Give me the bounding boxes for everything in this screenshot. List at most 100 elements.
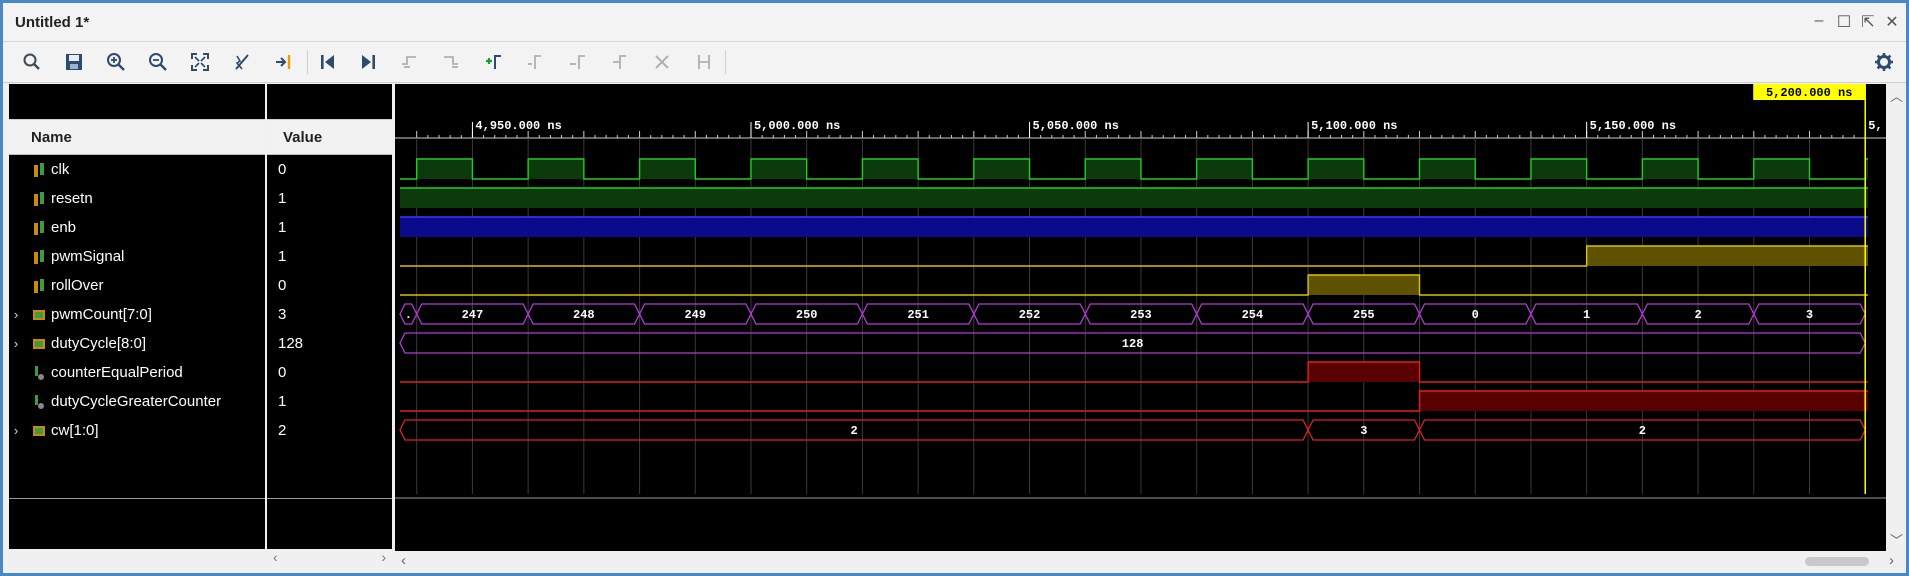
signal-name: counterEqualPeriod bbox=[51, 364, 183, 381]
signal-name: pwmSignal bbox=[51, 248, 125, 265]
go-to-cursor-button[interactable] bbox=[269, 48, 299, 76]
save-icon bbox=[66, 54, 82, 70]
swap-cursors-icon bbox=[613, 55, 626, 69]
signal-value-resetn: 1 bbox=[278, 190, 287, 207]
signal-type-icon bbox=[33, 161, 51, 178]
delete-button[interactable] bbox=[647, 48, 677, 76]
duty-cycle-wave-value-label: 128 bbox=[1122, 337, 1144, 351]
go-to-time-0-button[interactable] bbox=[313, 48, 343, 76]
signal-row-cw[interactable]: › cw[1:0] bbox=[9, 416, 265, 445]
minimize-icon[interactable]: – bbox=[1809, 12, 1829, 30]
prev-marker-icon bbox=[528, 55, 541, 69]
signal-value-roll-over: 0 bbox=[278, 277, 287, 294]
signal-name: dutyCycleGreaterCounter bbox=[51, 393, 222, 410]
scroll-down-icon[interactable]: ﹀ bbox=[1890, 530, 1903, 549]
signal-name: clk bbox=[51, 161, 70, 178]
gear-icon bbox=[1875, 53, 1893, 71]
waveform-vertical-scrollbar[interactable]: ︿ ﹀ bbox=[1886, 84, 1906, 551]
name-pane-scrollbar[interactable] bbox=[9, 549, 265, 567]
signal-name: cw[1:0] bbox=[51, 422, 99, 439]
scroll-up-icon[interactable]: ︿ bbox=[1890, 86, 1903, 105]
value-column-header[interactable]: Value bbox=[267, 119, 392, 155]
scroll-thumb[interactable] bbox=[1805, 557, 1869, 566]
signal-type-icon bbox=[33, 248, 51, 265]
search-icon bbox=[23, 53, 40, 70]
settings-button[interactable] bbox=[1869, 48, 1899, 76]
signal-row-enb[interactable]: enb bbox=[9, 213, 265, 242]
goto-start-icon bbox=[321, 55, 334, 69]
counter-equal-period-wave-trace bbox=[400, 361, 1868, 383]
signal-row-pwm-signal[interactable]: pwmSignal bbox=[9, 242, 265, 271]
waveform-window: Untitled 1* – ☐ ⇱ ✕ Name clk resetn enb pwm… bbox=[0, 0, 1909, 576]
scroll-left-icon[interactable]: ‹ bbox=[273, 549, 278, 565]
scroll-left-icon[interactable]: ‹ bbox=[401, 552, 406, 569]
close-icon[interactable]: ✕ bbox=[1882, 12, 1902, 32]
pwm-count-wave-value-label: 255 bbox=[1353, 308, 1375, 322]
go-to-last-time-button[interactable] bbox=[353, 48, 383, 76]
fix-markers-button[interactable] bbox=[689, 48, 719, 76]
snap-transitions-button[interactable] bbox=[227, 48, 257, 76]
pwm-signal-wave-fill bbox=[1586, 246, 1868, 266]
signal-row-roll-over[interactable]: rollOver bbox=[9, 271, 265, 300]
name-column-header[interactable]: Name bbox=[9, 119, 265, 155]
clk-wave-fill bbox=[1085, 159, 1141, 179]
signal-row-counter-equal-period[interactable]: counterEqualPeriod bbox=[9, 358, 265, 387]
scroll-right-icon[interactable]: › bbox=[1889, 552, 1894, 569]
previous-marker-button[interactable] bbox=[521, 48, 551, 76]
zoom-fit-button[interactable] bbox=[185, 48, 215, 76]
resetn-wave-fill bbox=[400, 188, 1868, 208]
signal-name: pwmCount[7:0] bbox=[51, 306, 152, 323]
scroll-right-icon[interactable]: › bbox=[381, 549, 386, 565]
search-button[interactable] bbox=[17, 48, 47, 76]
signal-row-clk[interactable]: clk bbox=[9, 155, 265, 184]
chevron-right-icon[interactable]: › bbox=[9, 416, 23, 445]
signal-value-pwm-count: 3 bbox=[278, 306, 287, 323]
swap-cursors-button[interactable] bbox=[605, 48, 635, 76]
enb-wave-fill bbox=[400, 217, 1868, 237]
goto-cursor-icon bbox=[276, 55, 291, 69]
signal-row-duty-cycle-greater-counter[interactable]: dutyCycleGreaterCounter bbox=[9, 387, 265, 416]
pwm-count-wave-value-label: 250 bbox=[796, 308, 818, 322]
waveform-horizontal-scrollbar[interactable]: ‹ › bbox=[395, 551, 1906, 573]
pwm-count-wave-value-label: 252 bbox=[1019, 308, 1041, 322]
previous-transition-button[interactable] bbox=[395, 48, 425, 76]
next-marker-icon bbox=[570, 55, 585, 69]
signal-value-pane: Value 0 1 1 1 0 3 128 0 1 2 ‹ › bbox=[267, 84, 392, 567]
waveform-pane[interactable]: 4,950.000 ns 5,000.000 ns 5,050.000 ns 5,10… bbox=[395, 84, 1886, 551]
cw-wave-value-label: 3 bbox=[1360, 424, 1367, 438]
signal-value-pwm-signal: 1 bbox=[278, 248, 287, 265]
toolbar-divider bbox=[307, 50, 308, 74]
signal-value-enb: 1 bbox=[278, 219, 287, 236]
chevron-right-icon[interactable]: › bbox=[9, 329, 23, 358]
zoom-in-button[interactable] bbox=[101, 48, 131, 76]
value-pane-scrollbar[interactable]: ‹ › bbox=[267, 549, 392, 567]
signal-value-counter-equal-period: 0 bbox=[278, 364, 287, 381]
popout-icon[interactable]: ⇱ bbox=[1858, 12, 1878, 32]
signal-row-duty-cycle[interactable]: › dutyCycle[8:0] bbox=[9, 329, 265, 358]
ruler-label: 5, bbox=[1868, 119, 1882, 133]
x-icon bbox=[655, 55, 669, 69]
signal-row-resetn[interactable]: resetn bbox=[9, 184, 265, 213]
zoom-fit-icon bbox=[191, 53, 209, 71]
roll-over-wave-fill bbox=[1308, 275, 1420, 295]
clk-wave-fill bbox=[1530, 159, 1587, 179]
next-marker-button[interactable] bbox=[563, 48, 593, 76]
waveform-toolbar bbox=[3, 42, 1906, 83]
signal-type-icon bbox=[33, 190, 51, 207]
clk-wave-fill bbox=[1196, 159, 1253, 179]
next-transition-button[interactable] bbox=[437, 48, 467, 76]
add-marker-button[interactable] bbox=[479, 48, 509, 76]
pwm-count-wave-value-label: 251 bbox=[907, 308, 929, 322]
ruler-label: 5,050.000 ns bbox=[1033, 119, 1119, 133]
toolbar-divider bbox=[725, 50, 726, 74]
signal-name: rollOver bbox=[51, 277, 104, 294]
chevron-right-icon[interactable]: › bbox=[9, 300, 23, 329]
restore-icon[interactable]: ☐ bbox=[1834, 12, 1854, 32]
pane-divider bbox=[9, 498, 265, 499]
cw-wave-value-label: 2 bbox=[850, 424, 857, 438]
waveform-canvas[interactable]: 4,950.000 ns 5,000.000 ns 5,050.000 ns 5,10… bbox=[395, 84, 1886, 551]
zoom-out-button[interactable] bbox=[143, 48, 173, 76]
signal-row-pwm-count[interactable]: › pwmCount[7:0] bbox=[9, 300, 265, 329]
title-bar: Untitled 1* – ☐ ⇱ ✕ bbox=[3, 3, 1906, 42]
save-button[interactable] bbox=[59, 48, 89, 76]
